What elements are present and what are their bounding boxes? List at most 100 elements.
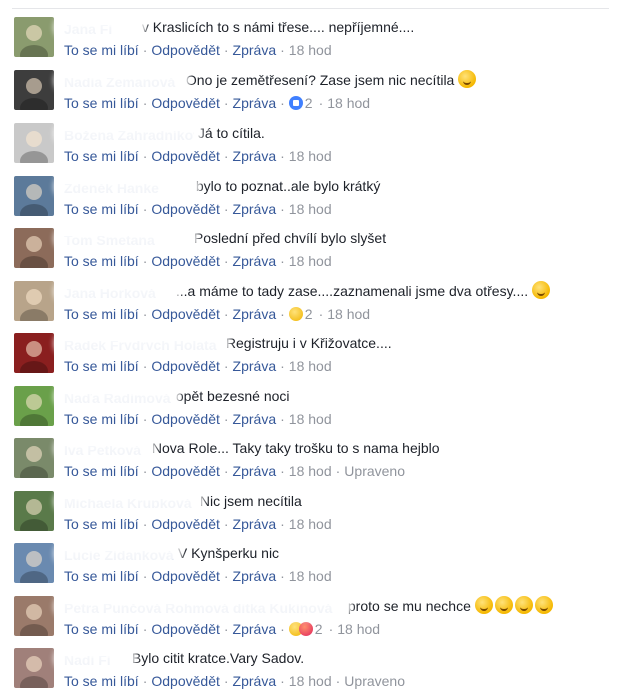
comment-author[interactable]: Nadia Zemanová — [60, 70, 184, 90]
comment-line: Michaela Krupková Nic jsem necítila — [60, 491, 614, 511]
comment-author[interactable]: Božena Zahradníková — [60, 123, 196, 143]
message-button[interactable]: Zpráva — [233, 463, 277, 479]
like-button[interactable]: To se mi líbí — [64, 306, 139, 322]
comment-author[interactable]: Jana Fi — [60, 17, 140, 37]
avatar[interactable] — [14, 17, 54, 57]
reply-button[interactable]: Odpovědět — [151, 358, 220, 374]
comment-author[interactable]: Iva Petková — [60, 438, 150, 458]
comment-item: Nadia Zemanová Ono je zemětřesení? Zase … — [14, 70, 614, 122]
comment-timestamp[interactable]: 18 hod — [337, 621, 380, 637]
message-button[interactable]: Zpráva — [233, 42, 277, 58]
like-button[interactable]: To se mi líbí — [64, 42, 139, 58]
message-button[interactable]: Zpráva — [233, 306, 277, 322]
reactions-summary[interactable]: 2 — [288, 306, 315, 322]
comment-author[interactable]: Tom Smetana — [60, 228, 192, 248]
message-button[interactable]: Zpráva — [233, 673, 277, 689]
comment-timestamp[interactable]: 18 hod — [289, 463, 332, 479]
edited-label[interactable]: Upraveno — [344, 673, 405, 689]
separator-dot: · — [142, 201, 148, 217]
message-button[interactable]: Zpráva — [233, 95, 277, 111]
comment-author[interactable]: Zdeněk Hanke — [60, 176, 194, 196]
reply-button[interactable]: Odpovědět — [151, 516, 220, 532]
comment-timestamp[interactable]: 18 hod — [289, 358, 332, 374]
reply-button[interactable]: Odpovědět — [151, 148, 220, 164]
message-button[interactable]: Zpráva — [233, 148, 277, 164]
comment-timestamp[interactable]: 18 hod — [289, 673, 332, 689]
separator-dot: · — [223, 95, 229, 111]
avatar[interactable] — [14, 438, 54, 478]
comment-timestamp[interactable]: 18 hod — [289, 516, 332, 532]
reactions-summary[interactable]: 2 — [288, 621, 325, 637]
reply-button[interactable]: Odpovědět — [151, 253, 220, 269]
like-button[interactable]: To se mi líbí — [64, 568, 139, 584]
comment-actions: To se mi líbí · Odpovědět · Zpráva · 2 · 18 hod — [64, 305, 614, 323]
comment-timestamp[interactable]: 18 hod — [327, 306, 370, 322]
comment-item: Nadi Fi Bylo citit kratce.Vary Sadov. To … — [14, 648, 614, 700]
comment-body: Tom Smetana Poslední před chvílí bylo sl… — [60, 228, 614, 270]
name-redaction — [60, 231, 192, 246]
edited-label[interactable]: Upraveno — [344, 463, 405, 479]
comment-item: Jana Horková ...a máme to tady zase....z… — [14, 281, 614, 333]
reactions-summary[interactable]: 2 — [288, 95, 315, 111]
like-button[interactable]: To se mi líbí — [64, 358, 139, 374]
message-button[interactable]: Zpráva — [233, 516, 277, 532]
reply-button[interactable]: Odpovědět — [151, 201, 220, 217]
separator-dot: · — [280, 253, 285, 269]
comment-timestamp[interactable]: 18 hod — [289, 42, 332, 58]
separator-dot: · — [280, 621, 285, 637]
reply-button[interactable]: Odpovědět — [151, 463, 220, 479]
like-button[interactable]: To se mi líbí — [64, 95, 139, 111]
reply-button[interactable]: Odpovědět — [151, 411, 220, 427]
comment-timestamp[interactable]: 18 hod — [327, 95, 370, 111]
like-button[interactable]: To se mi líbí — [64, 148, 139, 164]
separator-dot: · — [142, 411, 148, 427]
comment-author[interactable]: Jana Horková — [60, 281, 174, 301]
message-button[interactable]: Zpráva — [233, 621, 277, 637]
reply-button[interactable]: Odpovědět — [151, 673, 220, 689]
reply-button[interactable]: Odpovědět — [151, 306, 220, 322]
reply-button[interactable]: Odpovědět — [151, 42, 220, 58]
avatar[interactable] — [14, 596, 54, 636]
avatar-image — [14, 70, 54, 110]
comment-timestamp[interactable]: 18 hod — [289, 201, 332, 217]
like-button[interactable]: To se mi líbí — [64, 201, 139, 217]
comment-timestamp[interactable]: 18 hod — [289, 568, 332, 584]
avatar[interactable] — [14, 123, 54, 163]
like-button[interactable]: To se mi líbí — [64, 463, 139, 479]
reply-button[interactable]: Odpovědět — [151, 568, 220, 584]
message-button[interactable]: Zpráva — [233, 201, 277, 217]
avatar[interactable] — [14, 70, 54, 110]
comment-author[interactable]: Radek Frydrych Holata — [60, 333, 224, 353]
message-button[interactable]: Zpráva — [233, 358, 277, 374]
avatar[interactable] — [14, 176, 54, 216]
avatar[interactable] — [14, 281, 54, 321]
message-button[interactable]: Zpráva — [233, 411, 277, 427]
reply-button[interactable]: Odpovědět — [151, 621, 220, 637]
avatar[interactable] — [14, 333, 54, 373]
comment-timestamp[interactable]: 18 hod — [289, 411, 332, 427]
avatar[interactable] — [14, 228, 54, 268]
avatar[interactable] — [14, 386, 54, 426]
message-button[interactable]: Zpráva — [233, 568, 277, 584]
message-button[interactable]: Zpráva — [233, 253, 277, 269]
comment-actions: To se mi líbí · Odpovědět · Zpráva · 18 hod · Up… — [64, 672, 614, 690]
comment-author[interactable]: Michaela Krupková — [60, 491, 198, 511]
comment-author[interactable]: Lucie Židanková — [60, 543, 176, 563]
like-button[interactable]: To se mi líbí — [64, 516, 139, 532]
smile-emoji-icon — [532, 281, 551, 299]
comment-author[interactable]: Naďa Radimová — [60, 386, 174, 406]
reply-button[interactable]: Odpovědět — [151, 95, 220, 111]
comment-text: v Kraslicích to s námi třese.... nepříje… — [141, 19, 415, 35]
comment-timestamp[interactable]: 18 hod — [289, 253, 332, 269]
comment-author[interactable]: Petra Punčová Rohmová ditka Kukinová — [60, 596, 346, 616]
name-redaction — [60, 126, 196, 141]
like-button[interactable]: To se mi líbí — [64, 621, 139, 637]
avatar[interactable] — [14, 543, 54, 583]
like-button[interactable]: To se mi líbí — [64, 411, 139, 427]
comment-timestamp[interactable]: 18 hod — [289, 148, 332, 164]
like-button[interactable]: To se mi líbí — [64, 253, 139, 269]
like-button[interactable]: To se mi líbí — [64, 673, 139, 689]
avatar[interactable] — [14, 491, 54, 531]
comment-author[interactable]: Nadi Fi — [60, 648, 130, 668]
avatar[interactable] — [14, 648, 54, 688]
